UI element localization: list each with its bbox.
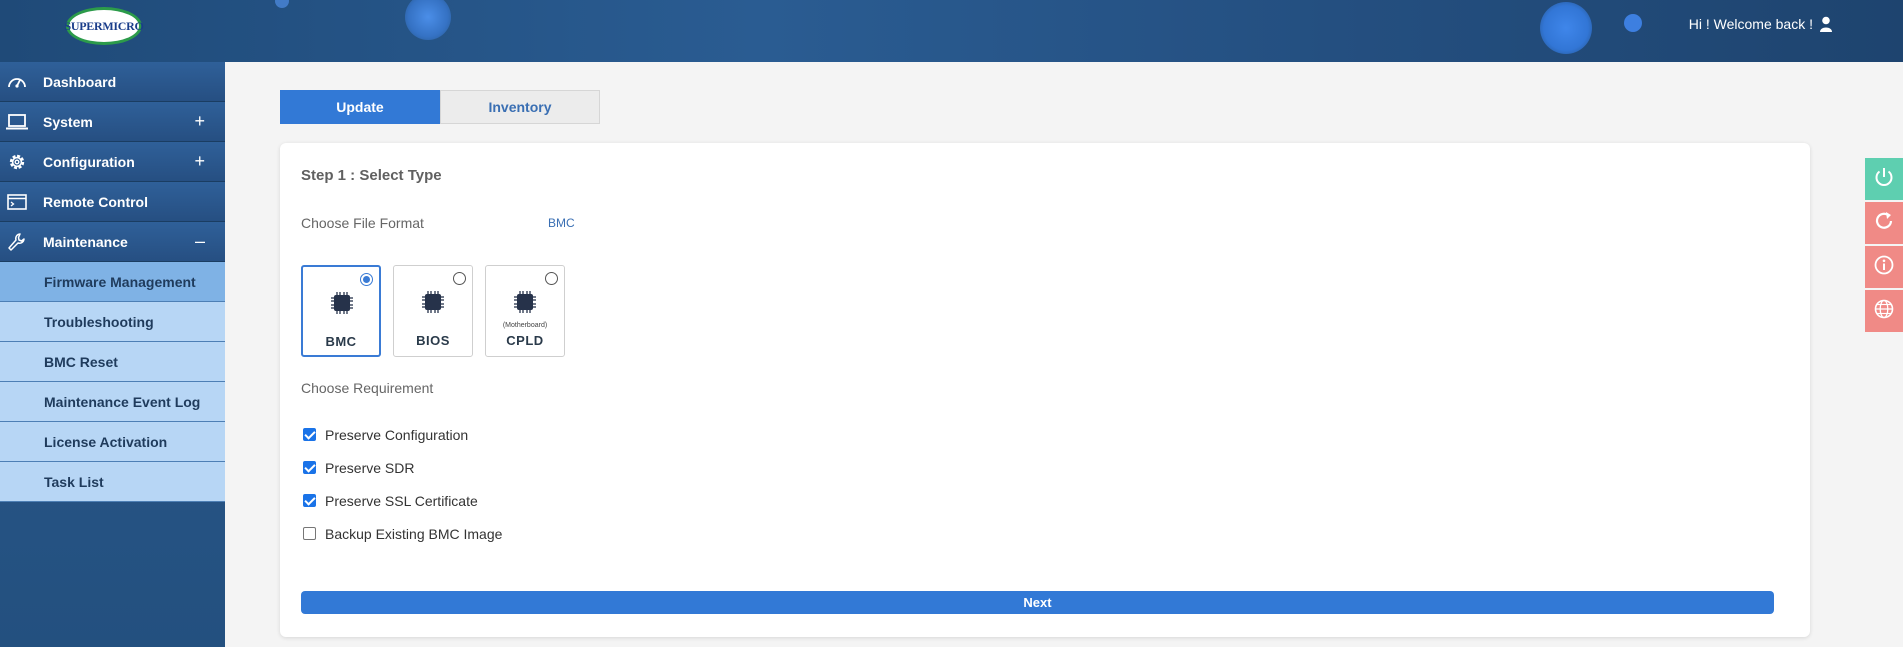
sidebar-subitem-bmc-reset[interactable]: BMC Reset: [0, 342, 225, 382]
laptop-icon: [5, 110, 29, 134]
type-label: BMC: [325, 334, 357, 349]
info-button[interactable]: [1865, 246, 1903, 288]
type-label: CPLD: [506, 333, 544, 348]
radio-button[interactable]: [360, 273, 373, 286]
info-icon: [1873, 254, 1895, 281]
expand-icon[interactable]: +: [194, 111, 205, 132]
sidebar-item-label: Maintenance: [43, 233, 128, 250]
requirement-label: Choose Requirement: [301, 380, 434, 396]
sidebar-subitem-firmware-management[interactable]: Firmware Management: [0, 262, 225, 302]
type-option-bmc[interactable]: BMC: [301, 265, 381, 357]
sidebar-item-label: Remote Control: [43, 193, 148, 210]
checkbox[interactable]: [303, 461, 316, 474]
file-format-value: BMC: [548, 216, 575, 230]
type-label: BIOS: [416, 333, 450, 348]
terminal-icon: [5, 190, 29, 214]
sidebar-item-system[interactable]: System +: [0, 102, 225, 142]
chip-icon: [421, 290, 445, 314]
expand-icon[interactable]: +: [194, 151, 205, 172]
requirement-checklist: Preserve Configuration Preserve SDR Pres…: [303, 418, 502, 550]
logo-text: SUPERMICRO: [64, 18, 144, 33]
sidebar-item-dashboard[interactable]: Dashboard: [0, 62, 225, 102]
sidebar-subitem-label: License Activation: [44, 433, 168, 450]
sidebar-subitem-license-activation[interactable]: License Activation: [0, 422, 225, 462]
welcome-message: Hi ! Welcome back !: [1689, 16, 1833, 32]
checkbox-label: Backup Existing BMC Image: [325, 525, 503, 542]
firmware-tabs: Update Inventory: [280, 90, 600, 124]
top-header: SUPERMICRO Hi ! Welcome back !: [0, 0, 1903, 62]
step-title: Step 1 : Select Type: [301, 167, 442, 184]
checkbox[interactable]: [303, 428, 316, 441]
welcome-text: Hi ! Welcome back !: [1688, 16, 1813, 32]
decor-bubble: [1624, 14, 1642, 32]
collapse-icon[interactable]: –: [195, 231, 205, 252]
sidebar-subitem-troubleshooting[interactable]: Troubleshooting: [0, 302, 225, 342]
tab-update[interactable]: Update: [280, 90, 440, 124]
supermicro-logo[interactable]: SUPERMICRO: [64, 7, 144, 45]
radio-button[interactable]: [453, 272, 466, 285]
checkbox[interactable]: [303, 494, 316, 507]
sidebar-subitem-task-list[interactable]: Task List: [0, 462, 225, 502]
sidebar-item-label: System: [43, 113, 93, 130]
sidebar-subitem-label: Maintenance Event Log: [44, 393, 201, 410]
type-sublabel: (Motherboard): [502, 322, 548, 329]
radio-button[interactable]: [545, 272, 558, 285]
globe-icon: [1873, 298, 1895, 325]
power-button[interactable]: [1865, 158, 1903, 200]
power-icon: [1873, 166, 1895, 193]
user-icon[interactable]: [1819, 16, 1833, 32]
gear-icon: [5, 150, 29, 174]
update-card: Step 1 : Select Type Choose File Format …: [280, 143, 1810, 637]
sidebar-subitem-maintenance-event-log[interactable]: Maintenance Event Log: [0, 382, 225, 422]
check-backup-existing-bmc-image[interactable]: Backup Existing BMC Image: [303, 517, 502, 550]
language-button[interactable]: [1865, 290, 1903, 332]
sidebar-subitem-label: BMC Reset: [44, 353, 118, 370]
next-button[interactable]: Next: [301, 591, 1774, 614]
sidebar-item-label: Configuration: [43, 153, 135, 170]
wrench-icon: [5, 230, 29, 254]
checkbox-label: Preserve SSL Certificate: [325, 492, 478, 509]
sidebar-item-maintenance[interactable]: Maintenance –: [0, 222, 225, 262]
chip-icon: [330, 291, 354, 315]
tab-inventory[interactable]: Inventory: [440, 90, 600, 124]
type-option-cpld[interactable]: (Motherboard) CPLD: [485, 265, 565, 357]
sidebar-item-label: Dashboard: [43, 73, 117, 90]
checkbox-label: Preserve SDR: [325, 459, 415, 476]
check-preserve-sdr[interactable]: Preserve SDR: [303, 451, 502, 484]
check-preserve-ssl-certificate[interactable]: Preserve SSL Certificate: [303, 484, 502, 517]
dashboard-gauge-icon: [5, 70, 29, 94]
sidebar-subitem-label: Firmware Management: [44, 273, 196, 290]
decor-bubble: [405, 0, 451, 40]
sidebar-item-configuration[interactable]: Configuration +: [0, 142, 225, 182]
sidebar-subitem-label: Troubleshooting: [44, 313, 154, 330]
file-type-selector: BMC BIOS (Motherboard) CPLD: [301, 265, 565, 357]
sidebar: Dashboard System + Configuration + Remot…: [0, 62, 225, 647]
sidebar-item-remote-control[interactable]: Remote Control: [0, 182, 225, 222]
sidebar-subitem-label: Task List: [44, 473, 104, 490]
type-option-bios[interactable]: BIOS: [393, 265, 473, 357]
decor-bubble: [1540, 2, 1592, 54]
refresh-icon: [1873, 210, 1895, 237]
decor-bubble: [275, 0, 289, 8]
checkbox-label: Preserve Configuration: [325, 426, 469, 443]
check-preserve-configuration[interactable]: Preserve Configuration: [303, 418, 502, 451]
refresh-button[interactable]: [1865, 202, 1903, 244]
checkbox[interactable]: [303, 527, 316, 540]
chip-icon: [513, 290, 537, 314]
file-format-label: Choose File Format: [301, 215, 424, 231]
quick-actions: [1865, 158, 1903, 334]
